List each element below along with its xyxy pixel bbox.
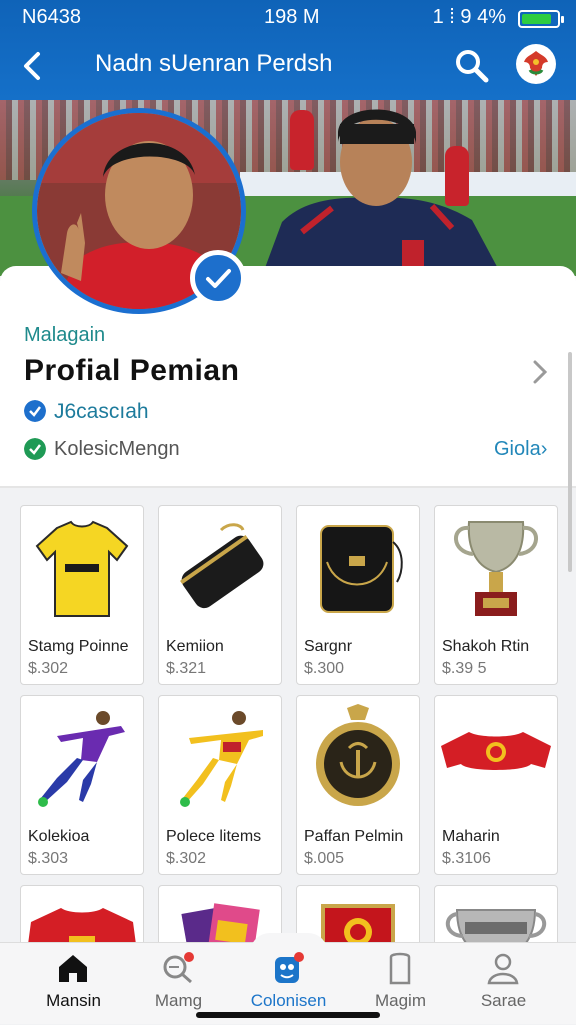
product-price: $.005 bbox=[304, 850, 345, 867]
profile-details-button[interactable] bbox=[530, 358, 550, 386]
product-card[interactable]: Shakoh Rtin $.39 5 bbox=[434, 505, 558, 685]
divider bbox=[0, 486, 576, 488]
product-price: $.39 5 bbox=[442, 660, 487, 677]
collection-icon bbox=[275, 952, 304, 983]
yellow-jersey-icon bbox=[35, 520, 129, 617]
product-label: Kolekioa bbox=[28, 828, 90, 845]
silver-cup-icon bbox=[446, 909, 546, 945]
battery-level bbox=[522, 14, 551, 24]
status-bar: N6438 198 M 1 ⁞ 9 4% bbox=[0, 6, 576, 28]
verified-badge bbox=[190, 250, 246, 306]
search-icon bbox=[456, 50, 489, 83]
nav-label-bookmark: Magim bbox=[374, 991, 426, 1010]
checkmark-icon bbox=[206, 269, 231, 288]
product-grid: Stamg Poinne $.302 Kemiion $.321 Sargnr … bbox=[20, 505, 560, 945]
yellow-player-figure-icon bbox=[180, 711, 263, 807]
product-card[interactable]: Polece litems $.302 bbox=[158, 695, 282, 875]
black-bag-icon bbox=[320, 525, 403, 613]
nav-label-home: Mansin bbox=[46, 991, 101, 1010]
green-check-icon bbox=[24, 438, 46, 460]
profile-category: Malagain bbox=[24, 324, 106, 346]
product-label: Polece litems bbox=[166, 828, 262, 845]
red-shirt-icon bbox=[441, 732, 551, 770]
product-card[interactable]: Kemiion $.321 bbox=[158, 505, 282, 685]
product-card[interactable]: Kolekioa $.303 bbox=[20, 695, 144, 875]
product-card[interactable] bbox=[434, 885, 558, 945]
search-button[interactable] bbox=[452, 46, 492, 86]
person-icon bbox=[487, 953, 519, 985]
status-data: 198 M bbox=[264, 6, 320, 28]
product-price: $.3106 bbox=[442, 850, 491, 867]
product-card[interactable] bbox=[20, 885, 144, 945]
search-chat-icon bbox=[163, 952, 194, 984]
product-card[interactable]: Paffan Pelmin $.005 bbox=[296, 695, 420, 875]
product-label: Sargnr bbox=[304, 638, 353, 655]
club-crest-icon bbox=[518, 46, 554, 82]
product-price: $.300 bbox=[304, 660, 345, 677]
product-label: Shakoh Rtin bbox=[442, 638, 530, 655]
nav-home[interactable]: Mansin bbox=[16, 943, 131, 1025]
battery-icon bbox=[518, 10, 564, 28]
blue-check-icon bbox=[24, 400, 46, 422]
purple-player-figure-icon bbox=[38, 711, 125, 807]
profile-name: Profial Pemian bbox=[24, 354, 240, 387]
home-indicator[interactable] bbox=[196, 1012, 380, 1018]
home-icon bbox=[59, 955, 87, 982]
red-jersey-icon bbox=[27, 908, 137, 945]
nav-label-collection: Colonisen bbox=[250, 991, 327, 1010]
product-label: Paffan Pelmin bbox=[304, 828, 404, 845]
product-card[interactable]: Stamg Poinne $.302 bbox=[20, 505, 144, 685]
nav-label-search: Mamg bbox=[154, 991, 203, 1010]
more-link-text: Giola bbox=[494, 438, 541, 460]
product-card[interactable]: Maharin $.3106 bbox=[434, 695, 558, 875]
nav-profile[interactable]: Sarae bbox=[446, 943, 561, 1025]
club-logo-button[interactable] bbox=[516, 44, 556, 84]
product-label: Maharin bbox=[442, 828, 500, 845]
chevron-right-icon bbox=[533, 360, 548, 384]
app-header: N6438 198 M 1 ⁞ 9 4% Nadn sUenran Perdsh bbox=[0, 0, 576, 100]
scrollbar[interactable] bbox=[568, 352, 572, 572]
status-carrier: N6438 bbox=[22, 6, 81, 28]
collection-label: KolesicMengn bbox=[54, 438, 180, 460]
black-clutch-icon bbox=[180, 523, 264, 609]
product-price: $.302 bbox=[28, 660, 69, 677]
nav-label-profile: Sarae bbox=[480, 991, 527, 1010]
product-label: Stamg Poinne bbox=[28, 638, 129, 655]
product-card[interactable]: Sargnr $.300 bbox=[296, 505, 420, 685]
product-price: $.321 bbox=[166, 660, 207, 677]
header-title: Nadn sUenran Perdsh bbox=[95, 50, 333, 77]
product-label: Kemiion bbox=[166, 638, 224, 655]
back-button[interactable] bbox=[18, 48, 50, 84]
more-link[interactable]: Giola› bbox=[494, 438, 547, 461]
chevron-left-icon bbox=[24, 52, 40, 80]
bookmark-icon bbox=[389, 952, 411, 985]
gold-medal-icon bbox=[316, 704, 400, 806]
featured-player-image bbox=[262, 109, 502, 276]
product-price: $.303 bbox=[28, 850, 69, 867]
status-signal-battery: 1 ⁞ 9 4% bbox=[432, 6, 506, 28]
trophy-icon bbox=[454, 521, 538, 616]
verified-label: J6cascıah bbox=[54, 400, 149, 423]
chevron-right-small-icon: › bbox=[540, 438, 548, 460]
product-price: $.302 bbox=[166, 850, 207, 867]
